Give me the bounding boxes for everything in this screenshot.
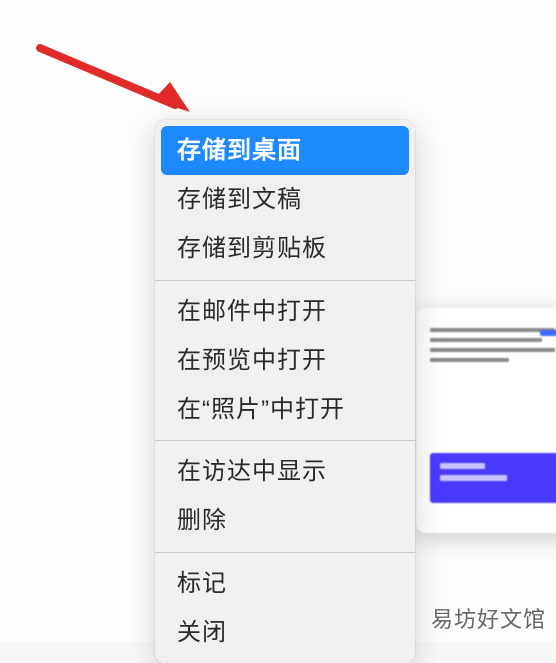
menu-item-save-to-documents[interactable]: 存储到文稿 <box>155 175 415 224</box>
preview-banner-line <box>440 475 507 481</box>
menu-divider <box>155 552 415 553</box>
menu-item-delete[interactable]: 删除 <box>155 496 415 545</box>
menu-divider <box>155 440 415 441</box>
watermark-text: 易坊好文馆 <box>431 602 546 634</box>
menu-item-save-to-desktop[interactable]: 存储到桌面 <box>161 126 409 175</box>
menu-item-close[interactable]: 关闭 <box>155 608 415 657</box>
preview-text-line <box>430 358 509 362</box>
screenshot-context-menu: 存储到桌面 存储到文稿 存储到剪贴板 在邮件中打开 在预览中打开 在“照片”中打… <box>155 120 415 663</box>
preview-accent <box>540 330 556 336</box>
preview-text-line <box>430 328 555 332</box>
screenshot-preview-thumbnail[interactable] <box>416 308 556 533</box>
preview-banner-line <box>440 463 485 469</box>
menu-item-open-in-mail[interactable]: 在邮件中打开 <box>155 287 415 336</box>
menu-item-save-to-clipboard[interactable]: 存储到剪贴板 <box>155 224 415 273</box>
menu-item-show-in-finder[interactable]: 在访达中显示 <box>155 447 415 496</box>
preview-text-line <box>430 338 542 342</box>
preview-text-line <box>430 348 555 352</box>
menu-divider <box>155 280 415 281</box>
preview-banner <box>430 453 556 503</box>
menu-item-open-in-photos[interactable]: 在“照片”中打开 <box>155 385 415 434</box>
menu-item-markup[interactable]: 标记 <box>155 559 415 608</box>
menu-item-open-in-preview[interactable]: 在预览中打开 <box>155 336 415 385</box>
